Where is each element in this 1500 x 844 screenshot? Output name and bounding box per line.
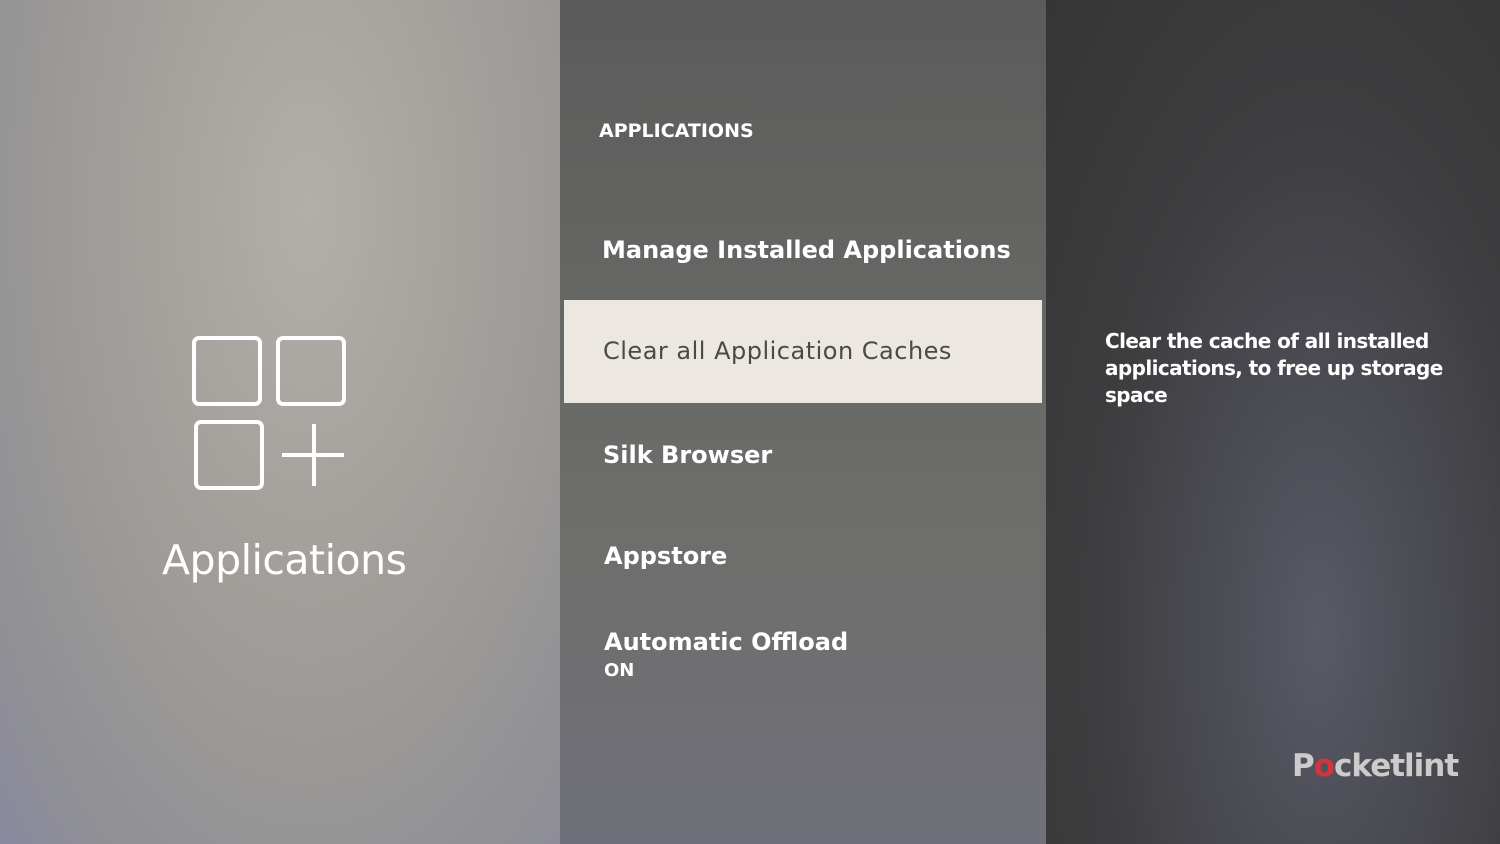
watermark-prefix: P [1292,748,1315,784]
watermark-power-o: o [1313,748,1335,784]
menu-item-label: Clear all Application Caches [603,337,952,365]
category-title: Applications [162,536,407,584]
menu-item-silk-browser[interactable]: Silk Browser [560,441,1042,481]
menu-item-appstore[interactable]: Appstore [560,542,1042,582]
menu-item-clear-all-application-caches[interactable]: Clear all Application Caches [564,300,1042,403]
apps-grid-plus-icon [192,336,346,490]
item-description: Clear the cache of all installed applica… [1105,329,1443,407]
section-title: APPLICATIONS [599,120,754,142]
pocketlint-watermark-logo: Pocketlint [1292,748,1459,784]
tv-settings-screen: Applications APPLICATIONS Manage Install… [0,0,1500,844]
menu-item-manage-installed-applications[interactable]: Manage Installed Applications [560,236,1042,276]
menu-item-label: Silk Browser [603,441,773,469]
menu-item-automatic-offload[interactable]: Automatic Offload ON [560,628,1042,698]
menu-item-label: Automatic Offload [604,628,849,656]
settings-menu: APPLICATIONS Manage Installed Applicatio… [560,0,1046,844]
category-panel: Applications [0,0,560,844]
menu-item-label: Manage Installed Applications [602,236,1011,264]
description-panel: Clear the cache of all installed applica… [1046,0,1500,844]
watermark-suffix: cketlint [1334,748,1459,784]
menu-item-status: ON [604,660,635,681]
menu-item-label: Appstore [604,542,728,570]
